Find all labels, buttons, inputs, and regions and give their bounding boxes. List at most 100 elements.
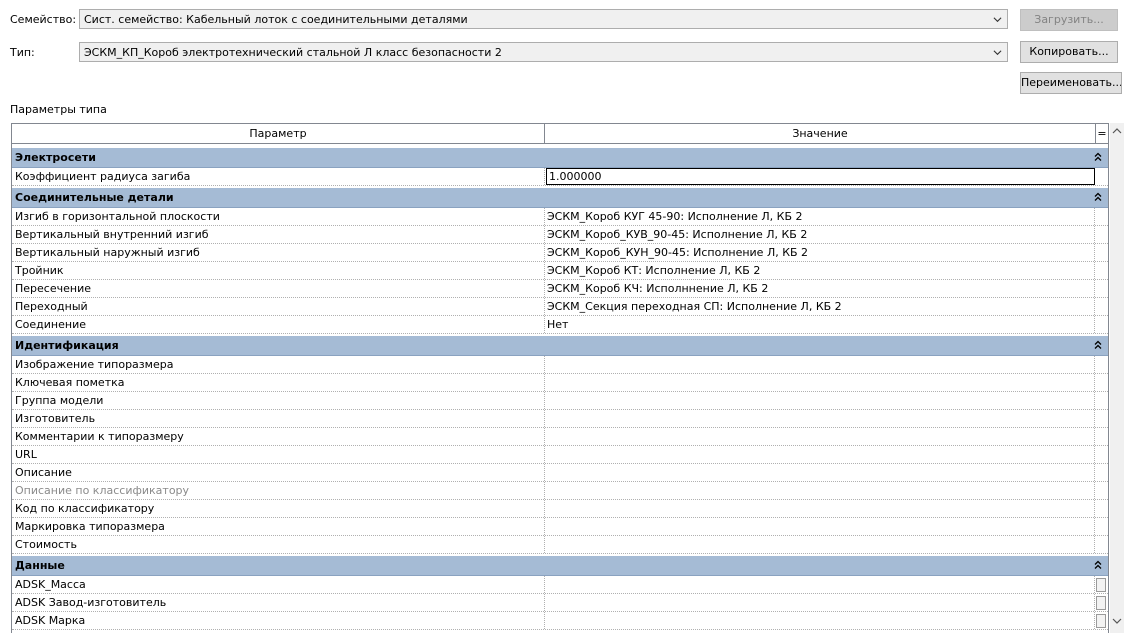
table-row[interactable]: Пересечение ЭСКМ_Короб КЧ: Исполннение Л,… <box>12 280 1108 298</box>
param-value[interactable]: ЭСКМ_Короб_КУН_90-45: Исполнение Л, КБ 2 <box>545 244 1095 261</box>
param-value[interactable]: ЭСКМ_Короб_КУВ_90-45: Исполнение Л, КБ 2 <box>545 226 1095 243</box>
group-title: Электросети <box>15 151 96 164</box>
param-name: ADSK Завод-изготовитель <box>12 594 545 611</box>
table-row[interactable]: Вертикальный наружный изгиб ЭСКМ_Короб_КУ… <box>12 244 1108 262</box>
param-name: Тройник <box>12 262 545 279</box>
bend-radius-input[interactable]: 1.000000 <box>546 168 1095 185</box>
associate-parameter-icon[interactable] <box>1096 578 1106 592</box>
param-value[interactable] <box>545 410 1095 427</box>
table-row[interactable]: Описание <box>12 464 1108 482</box>
table-row[interactable]: URL <box>12 446 1108 464</box>
double-chevron-up-icon[interactable] <box>1094 189 1102 209</box>
family-combobox[interactable]: Сист. семейство: Кабельный лоток с соеди… <box>79 9 1008 29</box>
family-label: Семейство: <box>10 13 77 26</box>
table-row[interactable]: Группа модели <box>12 392 1108 410</box>
param-value[interactable]: ЭСКМ_Секция переходная СП: Исполнение Л,… <box>545 298 1095 315</box>
group-header-identity[interactable]: Идентификация <box>12 336 1108 356</box>
column-header-formula[interactable]: = <box>1096 124 1108 143</box>
family-combobox-value: Сист. семейство: Кабельный лоток с соеди… <box>84 13 468 26</box>
group-title: Идентификация <box>15 339 119 352</box>
rename-button[interactable]: Переименовать... <box>1020 72 1122 94</box>
param-value[interactable] <box>545 518 1095 535</box>
param-value[interactable] <box>545 428 1095 445</box>
param-value[interactable] <box>545 464 1095 481</box>
param-name: ADSK_Масса <box>12 576 545 593</box>
type-combobox[interactable]: ЭСКМ_КП_Короб электротехнический стально… <box>79 42 1008 62</box>
param-value[interactable] <box>545 612 1095 629</box>
group-header-data[interactable]: Данные <box>12 556 1108 576</box>
table-row[interactable]: Маркировка типоразмера <box>12 518 1108 536</box>
table-row[interactable]: Ключевая пометка <box>12 374 1108 392</box>
param-value[interactable] <box>545 356 1095 373</box>
param-value[interactable]: Нет <box>545 316 1095 333</box>
table-row[interactable]: Соединение Нет <box>12 316 1108 334</box>
param-name: Переходный <box>12 298 545 315</box>
type-label: Тип: <box>10 46 35 59</box>
table-row[interactable]: ADSK Завод-изготовитель <box>12 594 1108 612</box>
param-value[interactable] <box>545 536 1095 553</box>
table-row[interactable]: Изображение типоразмера <box>12 356 1108 374</box>
param-name: Группа модели <box>12 392 545 409</box>
scroll-down-arrow-icon[interactable] <box>1112 616 1122 626</box>
param-value[interactable] <box>545 446 1095 463</box>
table-row[interactable]: Изгиб в горизонтальной плоскости ЭСКМ_Кор… <box>12 208 1108 226</box>
param-name: Вертикальный внутренний изгиб <box>12 226 545 243</box>
column-header-parameter[interactable]: Параметр <box>12 124 545 143</box>
type-combobox-value: ЭСКМ_КП_Короб электротехнический стально… <box>84 46 502 59</box>
param-name: Вертикальный наружный изгиб <box>12 244 545 261</box>
table-row[interactable]: Вертикальный внутренний изгиб ЭСКМ_Короб_… <box>12 226 1108 244</box>
param-name: Стоимость <box>12 536 545 553</box>
table-row: Описание по классификатору <box>12 482 1108 500</box>
group-title: Соединительные детали <box>15 191 174 204</box>
param-name: Ключевая пометка <box>12 374 545 391</box>
group-header-fittings[interactable]: Соединительные детали <box>12 188 1108 208</box>
group-header-electrical[interactable]: Электросети <box>12 148 1108 168</box>
table-row[interactable]: Код по классификатору <box>12 500 1108 518</box>
param-name: Коэффициент радиуса загиба <box>12 168 545 185</box>
vertical-scrollbar[interactable] <box>1110 123 1124 633</box>
type-parameters-table: Параметр Значение = Электросети Коэффици… <box>11 123 1109 633</box>
table-row[interactable]: Изготовитель <box>12 410 1108 428</box>
param-value[interactable]: ЭСКМ_Короб КТ: Исполнение Л, КБ 2 <box>545 262 1095 279</box>
table-row[interactable]: Стоимость <box>12 536 1108 554</box>
table-header: Параметр Значение = <box>12 124 1108 144</box>
chevron-down-icon <box>993 17 1002 23</box>
param-name: Маркировка типоразмера <box>12 518 545 535</box>
param-value[interactable] <box>545 392 1095 409</box>
group-title: Данные <box>15 559 65 572</box>
type-parameters-label: Параметры типа <box>10 103 107 116</box>
param-value[interactable] <box>545 500 1095 517</box>
table-row[interactable]: Коэффициент радиуса загиба 1.000000 <box>12 168 1108 186</box>
double-chevron-up-icon[interactable] <box>1094 337 1102 357</box>
param-name: Пересечение <box>12 280 545 297</box>
table-row[interactable]: Комментарии к типоразмеру <box>12 428 1108 446</box>
param-value[interactable] <box>545 374 1095 391</box>
param-name: Описание <box>12 464 545 481</box>
table-row[interactable]: ADSK_Масса <box>12 576 1108 594</box>
param-value[interactable]: ЭСКМ_Короб КЧ: Исполннение Л, КБ 2 <box>545 280 1095 297</box>
param-name: Описание по классификатору <box>12 482 545 499</box>
param-value[interactable] <box>545 594 1095 611</box>
param-name: Изображение типоразмера <box>12 356 545 373</box>
copy-button[interactable]: Копировать... <box>1020 41 1118 63</box>
load-button[interactable]: Загрузить... <box>1020 9 1118 31</box>
param-value[interactable]: ЭСКМ_Короб КУГ 45-90: Исполнение Л, КБ 2 <box>545 208 1095 225</box>
param-name: Код по классификатору <box>12 500 545 517</box>
double-chevron-up-icon[interactable] <box>1094 149 1102 169</box>
param-name: ADSK Марка <box>12 612 545 629</box>
table-row[interactable]: Тройник ЭСКМ_Короб КТ: Исполнение Л, КБ 2 <box>12 262 1108 280</box>
column-header-value[interactable]: Значение <box>545 124 1096 143</box>
chevron-down-icon <box>993 50 1002 56</box>
param-name: Изгиб в горизонтальной плоскости <box>12 208 545 225</box>
param-name: Комментарии к типоразмеру <box>12 428 545 445</box>
associate-parameter-icon[interactable] <box>1096 614 1106 628</box>
scroll-up-arrow-icon[interactable] <box>1112 126 1122 136</box>
param-value[interactable] <box>545 576 1095 593</box>
table-row[interactable]: Переходный ЭСКМ_Секция переходная СП: Исп… <box>12 298 1108 316</box>
param-name: Соединение <box>12 316 545 333</box>
associate-parameter-icon[interactable] <box>1096 596 1106 610</box>
double-chevron-up-icon[interactable] <box>1094 557 1102 577</box>
param-name: Изготовитель <box>12 410 545 427</box>
table-row[interactable]: ADSK Марка <box>12 612 1108 630</box>
param-value <box>545 482 1095 499</box>
